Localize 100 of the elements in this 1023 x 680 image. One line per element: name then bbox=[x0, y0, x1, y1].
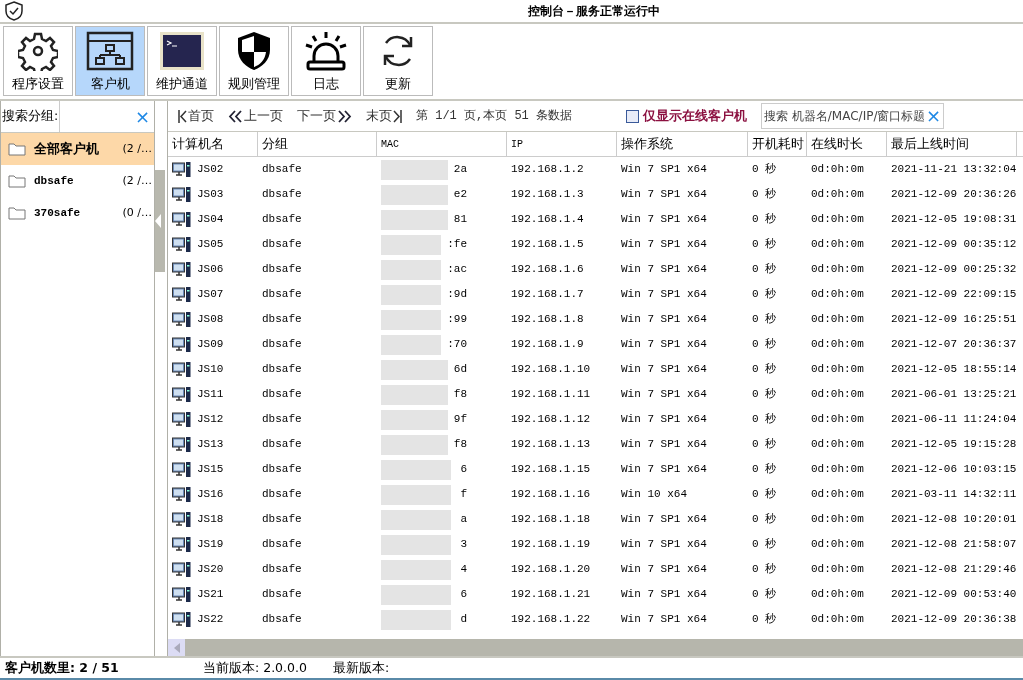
table-cell-text: dbsafe bbox=[262, 462, 302, 478]
table-cell-text: Win 7 SP1 x64 bbox=[621, 512, 707, 528]
toolbar-button[interactable]: 程序设置 bbox=[3, 26, 73, 96]
next-page-button[interactable]: 下一页 bbox=[297, 106, 352, 126]
table-cell-text: 192.168.1.16 bbox=[511, 487, 591, 503]
table-cell-text: Win 7 SP1 x64 bbox=[621, 362, 707, 378]
computer-icon bbox=[172, 462, 191, 477]
table-cell-text: 0d:0h:0m bbox=[811, 562, 864, 578]
folder-icon bbox=[8, 142, 26, 156]
table-cell-text: 0 秒 bbox=[752, 512, 777, 528]
group-item[interactable]: 370safe (0 /… bbox=[1, 197, 154, 229]
column-header[interactable]: MAC bbox=[377, 132, 507, 156]
column-header[interactable]: 分组 bbox=[258, 132, 377, 156]
table-cell-text: 0 秒 bbox=[752, 237, 777, 253]
blurred-mac-block bbox=[381, 359, 448, 380]
computer-icon bbox=[172, 237, 191, 252]
table-cell-text: 0d:0h:0m bbox=[811, 162, 864, 178]
blurred-mac-block bbox=[381, 409, 448, 430]
table-cell-text: 0 秒 bbox=[752, 437, 777, 453]
table-cell-text: Win 7 SP1 x64 bbox=[621, 337, 707, 353]
table-cell-text: JS21 bbox=[197, 587, 224, 603]
table-cell-text: 3 bbox=[460, 537, 467, 553]
table-cell-text: 6 bbox=[460, 587, 467, 603]
table-cell-text: 0d:0h:0m bbox=[811, 237, 864, 253]
window-title: 控制台－服务正常运行中 bbox=[528, 3, 660, 20]
column-header[interactable]: IP bbox=[507, 132, 617, 156]
table-cell-text: JS22 bbox=[197, 612, 224, 628]
computer-icon bbox=[172, 287, 191, 302]
blurred-mac-block bbox=[381, 209, 448, 230]
first-page-button[interactable]: 首页 bbox=[178, 106, 214, 126]
table-cell-text: JS13 bbox=[197, 437, 224, 453]
clear-button[interactable]: × bbox=[134, 107, 150, 126]
computer-icon bbox=[172, 587, 191, 602]
table-cell-text: dbsafe bbox=[262, 262, 302, 278]
horizontal-scrollbar[interactable] bbox=[168, 639, 1023, 656]
client-search-field[interactable]: 搜索 机器名/MAC/IP/窗口标题× bbox=[761, 103, 945, 129]
table-cell-text: 192.168.1.7 bbox=[511, 287, 584, 303]
toolbar-button[interactable]: 维护通道 bbox=[147, 26, 217, 96]
prev-page-button[interactable]: 上一页 bbox=[228, 106, 283, 126]
computer-icon bbox=[172, 312, 191, 327]
table-cell-text: e2 bbox=[453, 187, 467, 203]
toolbar-button[interactable]: 日志 bbox=[291, 26, 361, 96]
blurred-mac-block bbox=[381, 384, 448, 405]
computer-icon bbox=[172, 337, 191, 352]
table-cell-text: JS15 bbox=[197, 462, 224, 478]
computer-icon bbox=[172, 262, 191, 277]
toolbar-button[interactable]: 规则管理 bbox=[219, 26, 289, 96]
table-cell-text: Win 7 SP1 x64 bbox=[621, 212, 707, 228]
table-cell-text: dbsafe bbox=[262, 337, 302, 353]
table-cell-text: 192.168.1.5 bbox=[511, 237, 584, 253]
folder-icon bbox=[8, 206, 26, 220]
toolbar-button[interactable]: 更新 bbox=[363, 26, 433, 96]
computer-icon bbox=[172, 437, 191, 452]
toolbar-button[interactable]: 客户机 bbox=[75, 26, 145, 96]
column-header[interactable]: 在线时长 bbox=[807, 132, 887, 156]
computer-icon bbox=[172, 387, 191, 402]
blurred-mac-block bbox=[381, 584, 451, 605]
table-cell-text: dbsafe bbox=[262, 487, 302, 503]
clear-button[interactable]: × bbox=[926, 107, 942, 125]
table-cell-text: 0d:0h:0m bbox=[811, 612, 864, 628]
blurred-mac-block bbox=[381, 509, 451, 530]
table-cell-text: Win 7 SP1 x64 bbox=[621, 537, 707, 553]
last-page-button[interactable]: 末页 bbox=[366, 106, 402, 126]
blurred-mac-block bbox=[381, 284, 442, 305]
table-cell-text: 192.168.1.15 bbox=[511, 462, 591, 478]
computer-icon bbox=[172, 487, 191, 502]
blurred-mac-block bbox=[381, 259, 442, 280]
table-cell-text: 0d:0h:0m bbox=[811, 537, 864, 553]
collapse-handle[interactable] bbox=[155, 170, 165, 272]
table-cell-text: 0 秒 bbox=[752, 487, 777, 503]
column-header[interactable]: 计算机名 bbox=[168, 132, 258, 156]
table-cell-text: 0 秒 bbox=[752, 287, 777, 303]
table-cell-text: f bbox=[460, 487, 467, 503]
table-cell-text: 0d:0h:0m bbox=[811, 187, 864, 203]
table-cell-text: 2021-12-08 21:58:07 bbox=[891, 537, 1017, 553]
online-only-checkbox[interactable]: 仅显示在线客户机 bbox=[626, 106, 747, 126]
table-cell-text: JS04 bbox=[197, 212, 224, 228]
table-cell-text: 0d:0h:0m bbox=[811, 512, 864, 528]
table-cell-text: Win 7 SP1 x64 bbox=[621, 587, 707, 603]
column-header[interactable]: 操作系统 bbox=[617, 132, 748, 156]
column-header[interactable]: 开机耗时 bbox=[748, 132, 807, 156]
table-cell-text: dbsafe bbox=[262, 237, 302, 253]
table-cell-text: 0d:0h:0m bbox=[811, 412, 864, 428]
table-cell-text: 192.168.1.10 bbox=[511, 362, 591, 378]
table-cell-text: :70 bbox=[447, 337, 467, 353]
table-cell-text: dbsafe bbox=[262, 437, 302, 453]
table-cell-text: Win 7 SP1 x64 bbox=[621, 412, 707, 428]
group-search-field[interactable]: × bbox=[59, 101, 154, 132]
table-cell-text: 192.168.1.4 bbox=[511, 212, 584, 228]
table-cell-text: 192.168.1.18 bbox=[511, 512, 591, 528]
column-header[interactable]: 最后上线时间 bbox=[887, 132, 1017, 156]
table-cell-text: JS02 bbox=[197, 162, 224, 178]
table-cell-text: JS19 bbox=[197, 537, 224, 553]
group-item[interactable]: 全部客户机 (2 /… bbox=[1, 133, 154, 165]
table-cell-text: 192.168.1.3 bbox=[511, 187, 584, 203]
group-item[interactable]: dbsafe (2 /… bbox=[1, 165, 154, 197]
table-cell-text: 0 秒 bbox=[752, 262, 777, 278]
table-cell-text: 2021-12-08 10:20:01 bbox=[891, 512, 1017, 528]
table-cell-text: dbsafe bbox=[262, 537, 302, 553]
table-cell-text: 2021-12-09 20:36:26 bbox=[891, 187, 1017, 203]
